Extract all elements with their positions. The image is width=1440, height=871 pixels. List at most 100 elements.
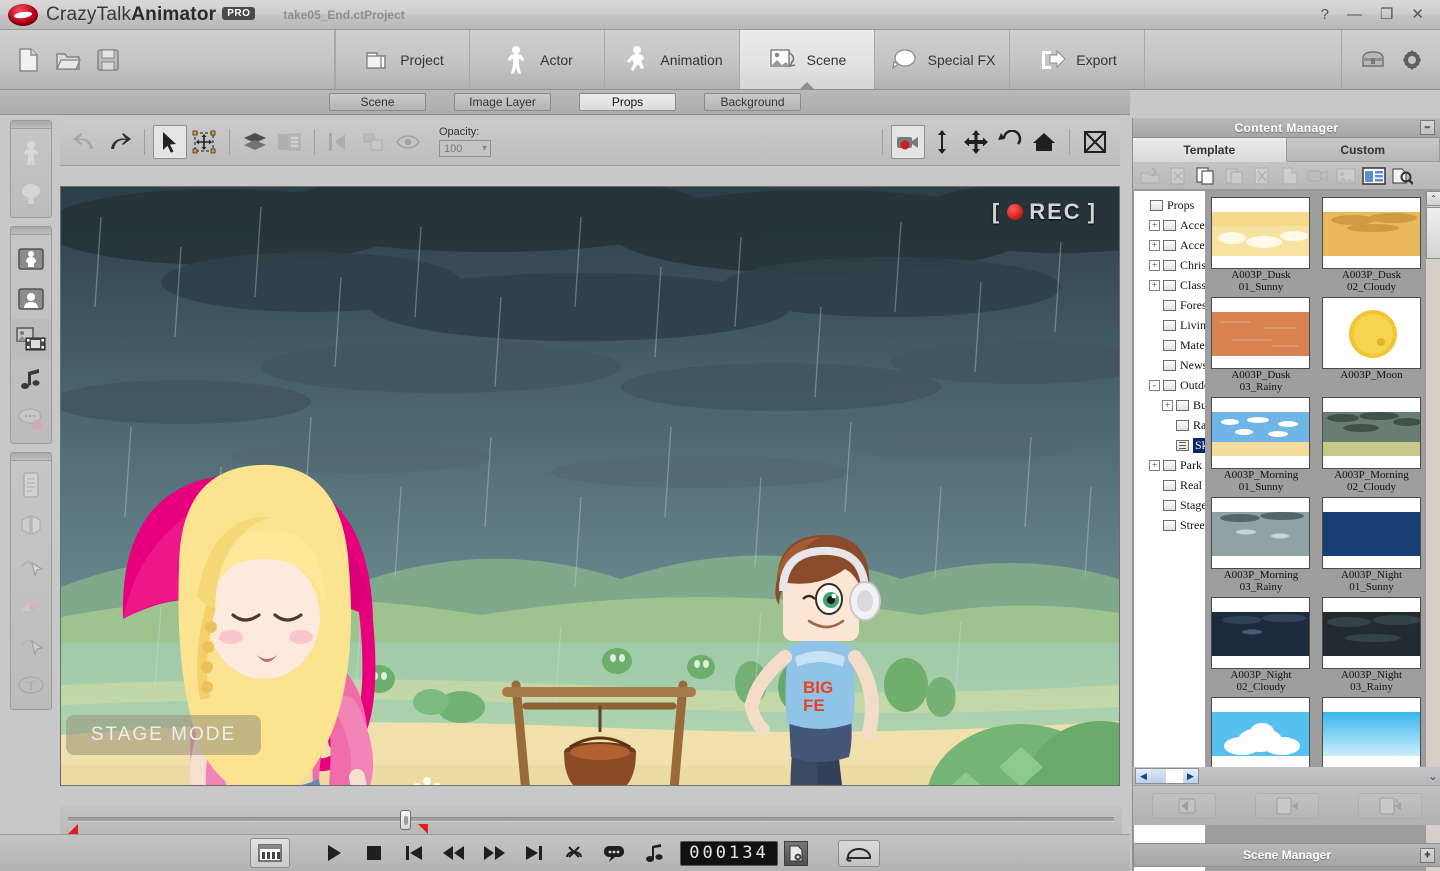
rewind-button[interactable] [434,839,474,867]
vertical-move-icon[interactable] [925,125,959,159]
tree-item-living[interactable]: Living [1136,315,1205,335]
thumbnail-item[interactable]: A003P_Morning 02_Cloudy [1321,397,1422,493]
layer-stack-icon[interactable] [238,125,272,159]
expand-icon[interactable]: + [1420,848,1435,863]
new-document-icon[interactable] [14,46,42,74]
stop-button[interactable] [354,839,394,867]
thumbnail-image[interactable] [1211,697,1310,769]
actor-frame-icon[interactable] [11,239,51,279]
help-icon[interactable]: ? [1321,7,1329,22]
scene-manager-bar[interactable]: Scene Manager + [1133,843,1440,867]
capture-icon[interactable] [1305,164,1331,188]
range-marker-end[interactable] [418,824,428,834]
scroll-left-icon[interactable]: ◀ [1136,769,1151,783]
thumbnail-image[interactable] [1211,297,1310,369]
play-button[interactable] [314,839,354,867]
scrollbar-thumb[interactable] [1151,769,1166,783]
motion-cursor-icon[interactable] [11,545,51,585]
tab-animation[interactable]: Animation [605,30,740,89]
delete-icon[interactable] [1249,164,1275,188]
first-frame-button[interactable] [394,839,434,867]
flip-icon[interactable] [11,505,51,545]
tree-expander[interactable]: + [1149,279,1160,291]
scroll-right-icon[interactable]: ▶ [1183,769,1198,783]
face-frame-icon[interactable] [11,279,51,319]
image-icon[interactable] [1333,164,1359,188]
tree-item-accessories-1[interactable]: + Access [1136,215,1205,235]
copy-icon[interactable] [1193,164,1219,188]
apply-to-scene-icon[interactable] [1152,792,1217,819]
tree-item-park[interactable]: + Park [1136,455,1205,475]
tree-expander[interactable]: + [1149,219,1160,231]
detail-view-icon[interactable] [1361,164,1387,188]
audio-note-button[interactable] [634,839,674,867]
tab-actor[interactable]: Actor [470,30,605,89]
actor-icon[interactable] [11,133,51,173]
thumbnail-image[interactable] [1321,597,1421,669]
subtab-scene[interactable]: Scene [329,93,426,111]
export-content-icon[interactable] [1165,164,1191,188]
opacity-input[interactable]: 100 [439,140,491,157]
thumbnail-image[interactable] [1211,597,1310,669]
tree-item-real-life[interactable]: Real L [1136,475,1205,495]
frame-settings-icon[interactable] [783,840,808,866]
thumbnail-image[interactable] [1321,397,1421,469]
timecode-display[interactable]: 000134 [680,840,778,866]
minimize-icon[interactable]: — [1347,7,1362,22]
tree-item-outdoor[interactable]: - Outdo [1136,375,1205,395]
last-frame-button[interactable] [514,839,554,867]
tab-special-fx[interactable]: Special FX [875,30,1010,89]
thumbnail-image[interactable] [1321,697,1421,769]
close-icon[interactable]: ✕ [1411,7,1424,22]
tree-expander[interactable]: + [1149,239,1160,251]
thumbnail-item[interactable]: A003P_Night 03_Rainy [1321,597,1422,693]
timeline-toggle-button[interactable] [250,838,291,868]
tree-expander[interactable]: + [1149,459,1160,471]
thumbnail-item[interactable]: A003P_Dusk 02_Cloudy [1321,197,1422,293]
range-marker-start[interactable] [68,824,78,834]
undo-icon[interactable] [68,125,102,159]
tree-item-sky-selected[interactable]: Sk [1136,435,1205,455]
script-icon[interactable] [11,465,51,505]
tree-item-forest[interactable]: Forest [1136,295,1205,315]
redo-icon[interactable] [102,125,136,159]
import-icon[interactable] [1137,164,1163,188]
timeline-scrubber[interactable] [60,806,1122,834]
subtab-background[interactable]: Background [704,93,801,111]
align-icon[interactable] [357,125,391,159]
stage-canvas[interactable]: BIG FE [REC] STAGE MODE [60,186,1120,786]
collapse-icon[interactable]: – [1420,120,1435,135]
select-arrow-icon[interactable] [153,124,187,159]
tab-scene[interactable]: Scene [740,30,875,89]
tree-item-street[interactable]: Street [1136,515,1205,535]
subtab-image-layer[interactable]: Image Layer [454,93,551,111]
tree-expander[interactable]: - [1149,379,1160,391]
treasure-chest-icon[interactable] [1360,48,1386,72]
pan-move-icon[interactable] [959,125,993,159]
paste-icon[interactable] [1221,164,1247,188]
thumbnail-item[interactable]: A003P_Moon [1321,297,1422,393]
save-disk-icon[interactable] [94,46,122,74]
thumbnail-item[interactable]: A003P_Morning 01_Sunny [1211,397,1311,493]
scrollbar-thumb[interactable] [1426,207,1440,259]
music-note-icon[interactable] [11,359,51,399]
text-tool-icon[interactable]: T [11,665,51,705]
thumbnail-item[interactable]: A003P_Dusk 01_Sunny [1211,197,1311,293]
tab-project[interactable]: Project [335,30,470,89]
tab-custom[interactable]: Custom [1286,138,1440,162]
tree-item-newsroom[interactable]: Newsr [1136,355,1205,375]
thumbnail-image[interactable] [1211,197,1310,269]
search-icon[interactable] [1389,164,1415,188]
gear-icon[interactable] [1400,48,1424,72]
tree-item-rain[interactable]: Ra [1136,415,1205,435]
rotate-icon[interactable] [993,125,1027,159]
thumbnail-item[interactable]: A003P_Night 02_Cloudy [1211,597,1311,693]
tree-item-material[interactable]: Materi [1136,335,1205,355]
timeline-track[interactable] [68,817,1114,822]
tree-item-building[interactable]: + Bu [1136,395,1205,415]
thumbnail-item[interactable]: A003P_Dusk 03_Rainy [1211,297,1311,393]
thumbnail-image[interactable] [1211,497,1310,569]
tree-item-classroom[interactable]: + Classr [1136,275,1205,295]
flip-horizontal-icon[interactable] [323,125,357,159]
thumbnail-image[interactable] [1321,197,1421,269]
